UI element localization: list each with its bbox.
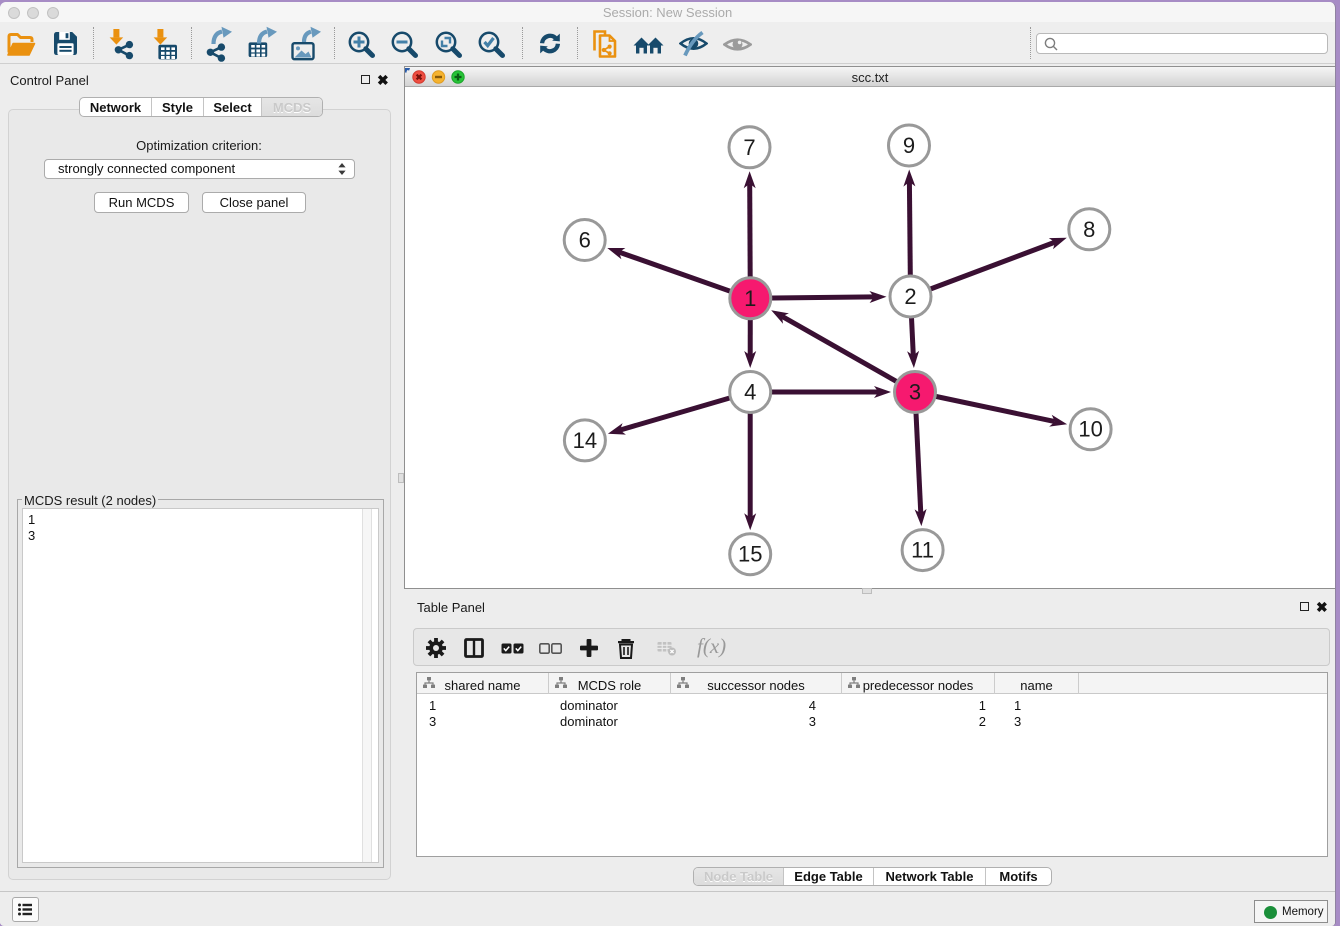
svg-text:10: 10 xyxy=(1078,417,1102,442)
svg-text:4: 4 xyxy=(744,380,756,405)
svg-text:8: 8 xyxy=(1083,217,1095,242)
svg-text:7: 7 xyxy=(743,135,755,160)
svg-text:6: 6 xyxy=(579,228,591,253)
svg-text:14: 14 xyxy=(573,428,597,453)
svg-text:9: 9 xyxy=(903,133,915,158)
svg-text:3: 3 xyxy=(909,380,921,405)
svg-text:11: 11 xyxy=(911,538,934,563)
svg-text:15: 15 xyxy=(738,542,762,567)
svg-text:2: 2 xyxy=(904,284,916,309)
svg-text:1: 1 xyxy=(744,286,756,311)
